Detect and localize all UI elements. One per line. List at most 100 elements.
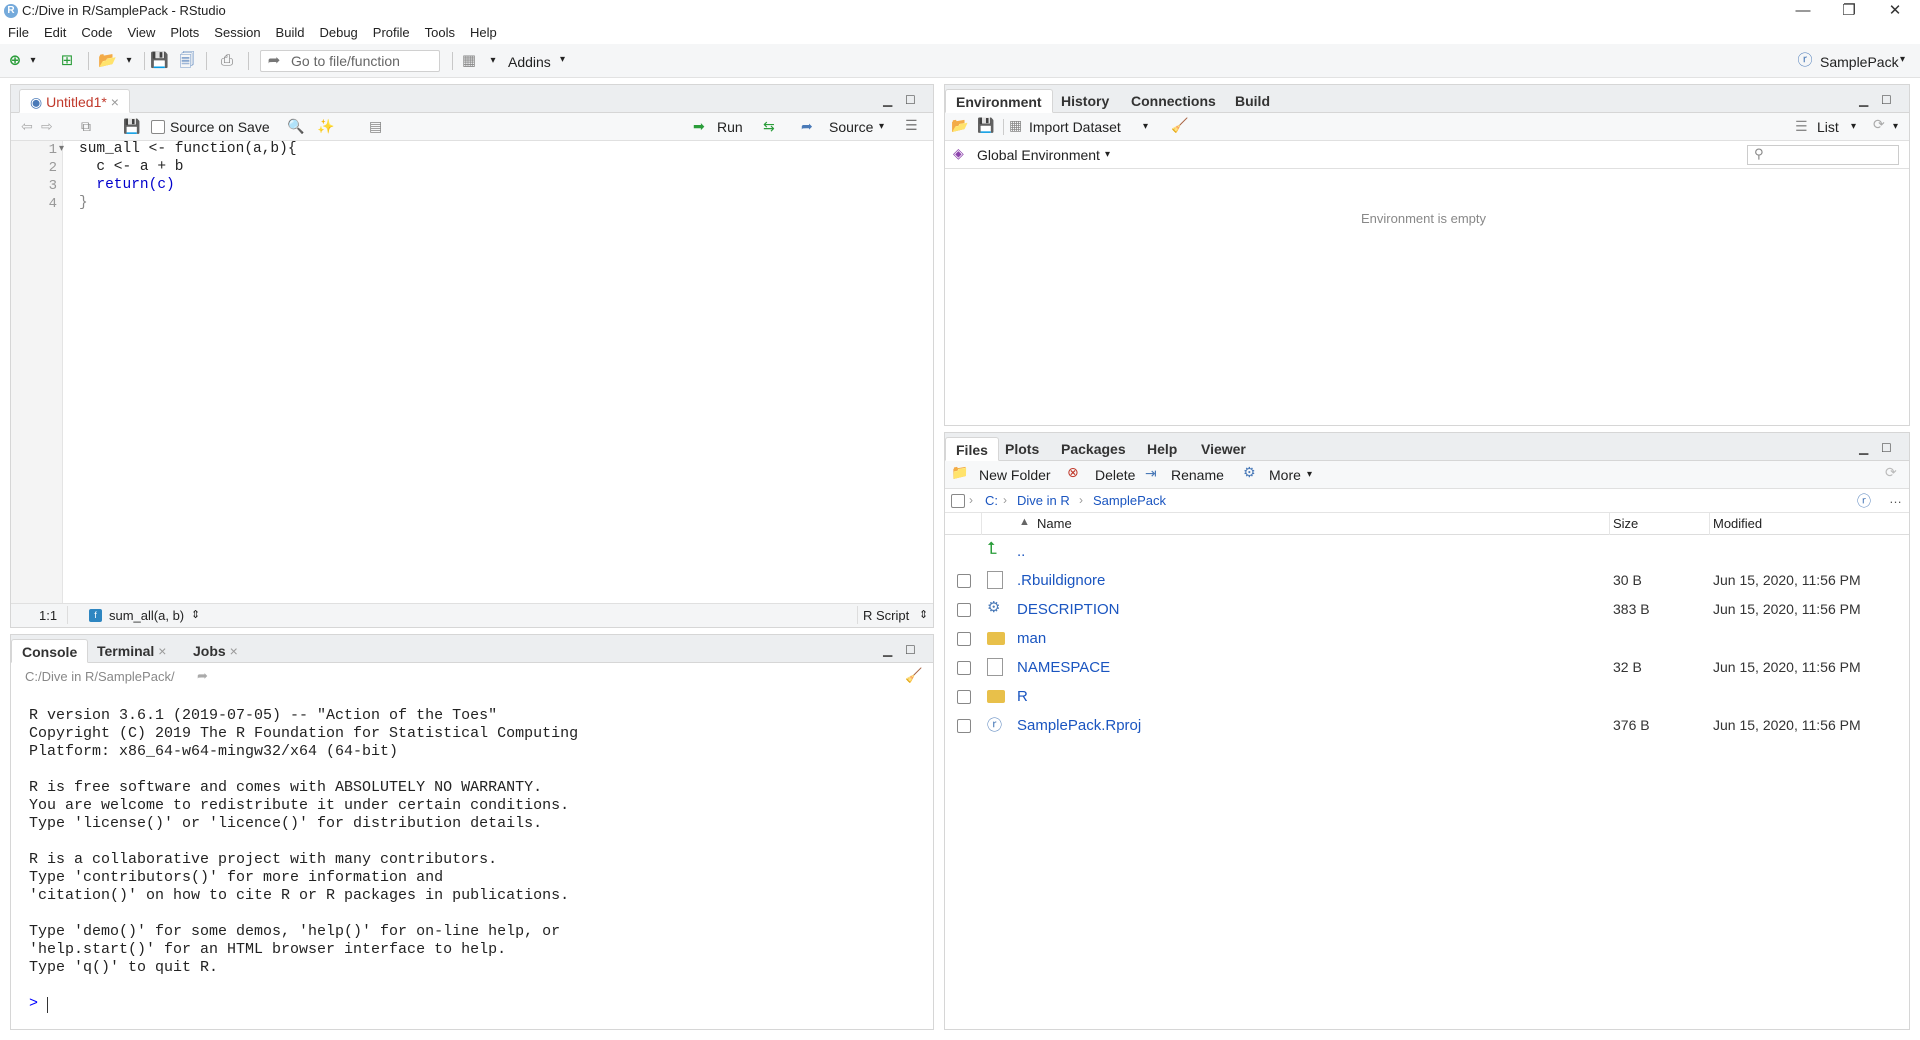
table-row[interactable]: ⓡ SamplePack.Rproj 376 B Jun 15, 2020, 1… [945,711,1909,740]
menu-profile[interactable]: Profile [365,22,417,40]
load-workspace-icon[interactable]: 📂 [951,117,968,134]
tab-plots[interactable]: Plots [995,437,1049,461]
fold-icon[interactable]: ▾ [59,143,64,154]
file-name[interactable]: .Rbuildignore [1017,572,1105,589]
breadcrumb-samplepack[interactable]: SamplePack [1093,493,1166,508]
tab-jobs[interactable]: Jobs × [183,639,248,663]
maximize-pane-icon[interactable]: ☐ [905,93,916,107]
open-file-icon[interactable]: 📂 [98,52,117,70]
maximize-pane-icon[interactable]: ☐ [1881,441,1892,455]
chevron-down-icon[interactable]: ▾ [1893,121,1898,132]
chevron-down-icon[interactable]: ▾ [24,52,42,70]
minimize-pane-icon[interactable]: ▁ [883,93,892,107]
row-checkbox[interactable] [957,661,971,675]
code-line[interactable]: sum_all <- function(a,b){ [79,141,297,157]
code-line[interactable]: } [79,195,88,211]
chevron-down-icon[interactable]: ▾ [879,121,884,132]
tab-files[interactable]: Files [945,437,999,461]
minimize-pane-icon[interactable]: ▁ [1859,93,1868,107]
more-button[interactable]: More [1269,467,1301,483]
tab-connections[interactable]: Connections [1121,89,1226,113]
menu-view[interactable]: View [119,22,162,40]
column-name[interactable]: Name [1037,516,1072,531]
table-row[interactable]: man [945,624,1909,653]
new-file-icon[interactable]: ⊕ [6,52,24,70]
maximize-pane-icon[interactable]: ☐ [905,643,916,657]
maximize-pane-icon[interactable]: ☐ [1881,93,1892,107]
show-in-window-icon[interactable]: ⧉ [81,118,91,135]
new-folder-button[interactable]: New Folder [979,467,1051,483]
tab-packages[interactable]: Packages [1051,437,1136,461]
menu-code[interactable]: Code [73,22,119,40]
row-checkbox[interactable] [957,690,971,704]
chevron-down-icon[interactable]: ▾ [1105,149,1110,160]
close-icon[interactable]: × [111,94,119,110]
minimize-pane-icon[interactable]: ▁ [883,643,892,657]
save-all-icon[interactable]: 🗐 [178,52,196,70]
table-row[interactable]: .Rbuildignore 30 B Jun 15, 2020, 11:56 P… [945,566,1909,595]
tab-history[interactable]: History [1051,89,1119,113]
go-to-directory-icon[interactable]: ➦ [197,668,208,684]
menu-tools[interactable]: Tools [417,22,462,40]
compile-report-icon[interactable]: ▤ [369,118,382,135]
maximize-button[interactable]: ❐ [1826,0,1872,22]
broom-icon[interactable]: 🧹 [1171,117,1188,134]
row-checkbox[interactable] [957,603,971,617]
menu-help[interactable]: Help [462,22,504,40]
run-button[interactable]: Run [717,119,743,135]
tab-viewer[interactable]: Viewer [1191,437,1256,461]
menu-edit[interactable]: Edit [36,22,73,40]
tab-build[interactable]: Build [1225,89,1280,113]
chevron-down-icon[interactable]: ▾ [1851,121,1856,132]
import-dataset-button[interactable]: Import Dataset [1029,119,1121,135]
grid-layout-icon[interactable]: ▦ [460,52,478,70]
chevron-down-icon[interactable]: ▾ [1900,54,1905,65]
updown-icon[interactable]: ⇕ [191,608,200,621]
code-line[interactable]: c <- a + b [79,159,183,175]
source-on-save-checkbox[interactable] [151,120,165,134]
column-size[interactable]: Size [1613,516,1638,531]
tab-console[interactable]: Console [11,639,89,663]
updown-icon[interactable]: ⇕ [919,608,928,621]
broom-icon[interactable]: 🧹 [905,667,922,684]
parent-directory-link[interactable]: .. [1017,543,1025,560]
addins-button[interactable]: Addins [508,54,551,70]
file-name[interactable]: SamplePack.Rproj [1017,717,1141,734]
table-row[interactable]: ⮤ .. [945,537,1909,566]
delete-button[interactable]: Delete [1095,467,1135,483]
menu-file[interactable]: File [0,22,36,40]
table-row[interactable]: R [945,682,1909,711]
chevron-down-icon[interactable]: ▾ [1143,121,1148,132]
menu-plots[interactable]: Plots [162,22,206,40]
tab-environment[interactable]: Environment [945,89,1053,113]
save-icon[interactable]: 💾 [150,52,169,70]
file-name[interactable]: DESCRIPTION [1017,601,1120,618]
select-all-checkbox[interactable] [951,494,965,508]
minimize-button[interactable]: — [1780,0,1826,22]
minimize-pane-icon[interactable]: ▁ [1859,441,1868,455]
menu-session[interactable]: Session [206,22,267,40]
file-name[interactable]: NAMESPACE [1017,659,1110,676]
console-input[interactable] [47,997,48,1013]
forward-arrow-icon[interactable]: ⇨ [41,118,53,135]
file-name[interactable]: R [1017,688,1028,705]
row-checkbox[interactable] [957,574,971,588]
row-checkbox[interactable] [957,719,971,733]
list-view-button[interactable]: List [1817,119,1839,135]
refresh-icon[interactable]: ⟳ [1885,464,1897,481]
environment-search-input[interactable]: ⚲ [1747,145,1899,165]
save-icon[interactable]: 💾 [123,118,140,135]
menu-build[interactable]: Build [268,22,312,40]
chevron-down-icon[interactable]: ▾ [560,54,565,65]
tab-terminal[interactable]: Terminal × [87,639,176,663]
save-workspace-icon[interactable]: 💾 [977,117,994,134]
magic-wand-icon[interactable]: ✨ [317,118,334,135]
rename-button[interactable]: Rename [1171,467,1224,483]
file-type-selector[interactable]: R Script [863,608,909,623]
code-line[interactable]: return(c) [79,177,174,193]
row-checkbox[interactable] [957,632,971,646]
back-arrow-icon[interactable]: ⇦ [21,118,33,135]
new-project-icon[interactable]: ⊞ [58,52,76,70]
chevron-down-icon[interactable]: ▾ [484,52,502,70]
go-to-file-input[interactable]: Go to file/function [260,50,440,72]
